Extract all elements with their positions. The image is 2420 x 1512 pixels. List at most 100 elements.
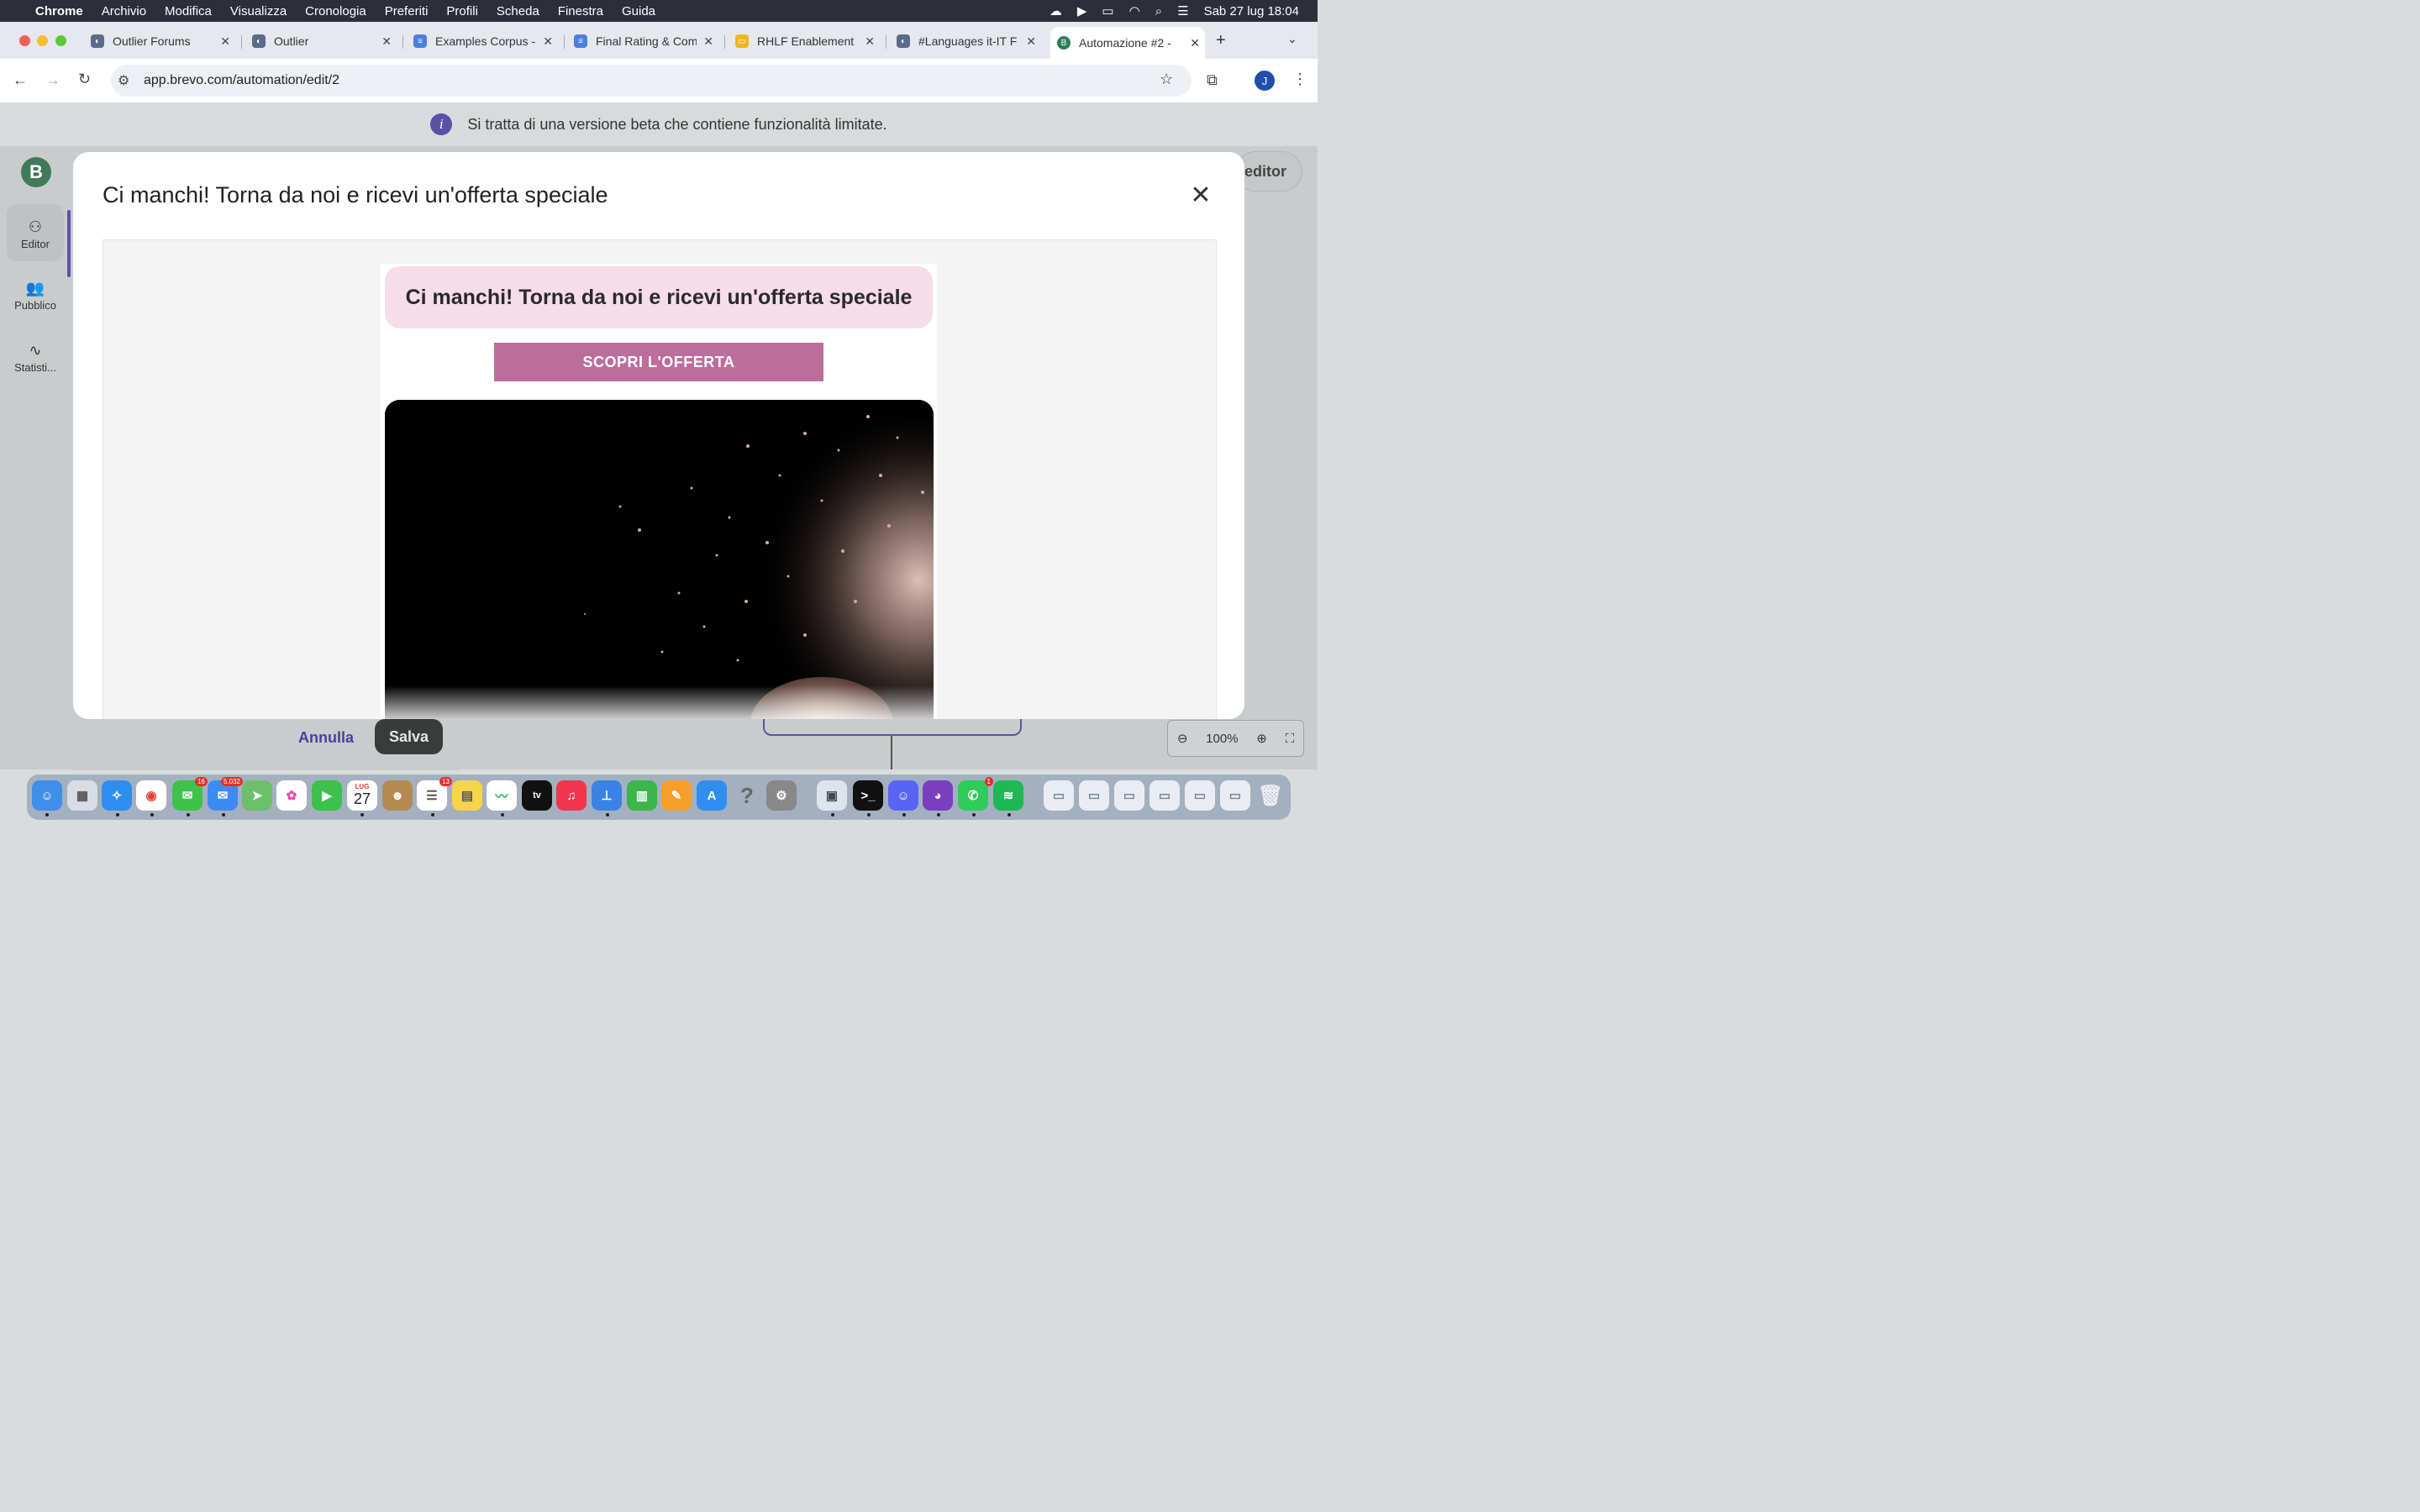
zoom-in-icon[interactable]: ⊕ xyxy=(1256,731,1267,746)
app-store-icon[interactable]: A xyxy=(697,780,727,811)
calendar-icon[interactable]: LUG 27 xyxy=(347,780,377,811)
tab-title: Outlier xyxy=(274,34,309,48)
window-thumbnail-1[interactable]: ▭ xyxy=(1044,780,1074,811)
spotlight-search-icon[interactable]: ⌕ xyxy=(1155,4,1162,18)
outlier-icon: ◐ xyxy=(91,34,104,48)
pages-icon[interactable]: ✎ xyxy=(661,780,692,811)
zoom-out-icon[interactable]: ⊖ xyxy=(1177,731,1188,746)
notes-icon[interactable]: ▤ xyxy=(452,780,482,811)
tab-outlier-forums[interactable]: ◐ Outlier Forums ✕ xyxy=(91,27,235,55)
trash-icon[interactable]: 🗑 xyxy=(1255,780,1286,811)
window-thumbnail-5[interactable]: ▭ xyxy=(1185,780,1215,811)
email-cta-button[interactable]: SCOPRI L'OFFERTA xyxy=(494,343,823,381)
maps-icon[interactable]: ➤ xyxy=(242,780,272,811)
save-button[interactable]: Salva xyxy=(375,719,443,754)
discord-icon[interactable]: ☺ xyxy=(888,780,918,811)
sidebar-item-statistiche[interactable]: ∿ Statisti... xyxy=(7,342,64,374)
menu-modifica[interactable]: Modifica xyxy=(165,4,212,18)
email-preview-area[interactable]: Ci manchi! Torna da noi e ricevi un'offe… xyxy=(103,239,1217,719)
numbers-icon[interactable]: ▥ xyxy=(627,780,657,811)
menu-visualizza[interactable]: Visualizza xyxy=(230,4,287,18)
mail-icon[interactable]: ✉ 5.032 xyxy=(208,777,243,811)
safari-icon[interactable]: ✧ xyxy=(102,780,132,811)
profile-avatar[interactable]: J xyxy=(1255,71,1275,91)
close-icon[interactable]: ✕ xyxy=(1190,181,1212,209)
cancel-button[interactable]: Annulla xyxy=(286,721,366,754)
tab-examples-corpus[interactable]: ≡ Examples Corpus - ✕ xyxy=(413,27,558,55)
close-tab-icon[interactable]: ✕ xyxy=(703,34,713,49)
tab-search-chevron-icon[interactable]: ⌄ xyxy=(1287,32,1297,46)
tab-languages-it[interactable]: ◐ #Languages it-IT F ✕ xyxy=(897,27,1041,55)
window-close-button[interactable] xyxy=(19,35,30,46)
brevo-logo[interactable]: B xyxy=(21,157,51,187)
freeform-icon[interactable]: 〰 xyxy=(487,780,517,811)
sidebar-item-editor[interactable]: ⚇ Editor xyxy=(7,218,64,250)
back-icon[interactable]: ← xyxy=(13,71,28,89)
close-tab-icon[interactable]: ✕ xyxy=(865,34,875,49)
battery-icon[interactable]: ▭ xyxy=(1102,3,1113,18)
music-icon[interactable]: ♫ xyxy=(556,780,587,811)
window-minimize-button[interactable] xyxy=(37,35,48,46)
new-tab-icon[interactable]: + xyxy=(1216,31,1226,50)
menu-cronologia[interactable]: Cronologia xyxy=(305,4,366,18)
help-icon[interactable]: ? xyxy=(732,780,762,811)
system-settings-icon[interactable]: ⚙ xyxy=(766,780,797,811)
whatsapp-icon[interactable]: ✆ 1 xyxy=(958,777,993,811)
fit-screen-icon[interactable]: ⛶ xyxy=(1286,732,1295,746)
photos-icon[interactable]: ✿ xyxy=(276,780,307,811)
tab-rhlf-enablement[interactable]: ▭ RHLF Enablement ✕ xyxy=(735,27,880,55)
powder-burst-image xyxy=(385,400,934,719)
sidebar-item-pubblico[interactable]: 👥 Pubblico xyxy=(7,280,64,312)
forward-icon[interactable]: → xyxy=(45,71,60,89)
apple-tv-icon[interactable]: tv xyxy=(522,780,552,811)
bookmark-star-icon[interactable]: ☆ xyxy=(1160,71,1173,88)
chrome-icon[interactable]: ◉ xyxy=(136,780,166,811)
chrome-menu-icon[interactable]: ⋮ xyxy=(1292,71,1307,88)
spotify-icon[interactable]: ≋ xyxy=(993,780,1023,811)
preview-icon[interactable]: ▣ xyxy=(817,780,847,811)
menu-archivio[interactable]: Archivio xyxy=(102,4,146,18)
wifi-icon[interactable]: ◠ xyxy=(1129,3,1140,18)
site-settings-icon[interactable]: ⚙ xyxy=(118,72,129,89)
menu-profili[interactable]: Profili xyxy=(446,4,478,18)
url-text[interactable]: app.brevo.com/automation/edit/2 xyxy=(144,73,339,88)
contacts-icon[interactable]: ☻ xyxy=(382,780,413,811)
address-bar[interactable]: ⚙ app.brevo.com/automation/edit/2 ☆ xyxy=(111,65,1192,97)
zoom-controls: ⊖ 100% ⊕ ⛶ xyxy=(1167,720,1304,757)
github-desktop-icon[interactable]: ◕ xyxy=(923,780,953,811)
close-tab-icon[interactable]: ✕ xyxy=(543,34,553,49)
terminal-icon[interactable]: >_ xyxy=(853,780,883,811)
menu-app-name[interactable]: Chrome xyxy=(35,4,83,18)
play-icon[interactable]: ▶ xyxy=(1077,3,1087,18)
control-center-icon[interactable]: ☰ xyxy=(1177,3,1188,18)
keynote-icon[interactable]: ⊥ xyxy=(592,780,622,811)
running-indicator xyxy=(501,813,504,816)
tab-outlier[interactable]: ◐ Outlier ✕ xyxy=(252,27,397,55)
reload-icon[interactable]: ↻ xyxy=(78,71,91,88)
tab-final-rating[interactable]: ≡ Final Rating & Com ✕ xyxy=(574,27,718,55)
window-zoom-button[interactable] xyxy=(55,35,66,46)
window-thumbnail-2[interactable]: ▭ xyxy=(1079,780,1109,811)
menu-preferiti[interactable]: Preferiti xyxy=(385,4,429,18)
creative-cloud-icon[interactable]: ☁ xyxy=(1050,3,1062,18)
menubar-datetime[interactable]: Sab 27 lug 18:04 xyxy=(1204,4,1299,18)
facetime-icon[interactable]: ▶ xyxy=(312,780,342,811)
reminders-icon[interactable]: ☰ 13 xyxy=(417,777,452,811)
messages-icon[interactable]: ✉ 16 xyxy=(172,777,208,811)
menu-scheda[interactable]: Scheda xyxy=(497,4,539,18)
close-tab-icon[interactable]: ✕ xyxy=(220,34,230,49)
extensions-icon[interactable]: ⧉ xyxy=(1207,71,1218,89)
menu-finestra[interactable]: Finestra xyxy=(558,4,603,18)
window-thumbnail-6[interactable]: ▭ xyxy=(1220,780,1250,811)
window-thumbnail-3[interactable]: ▭ xyxy=(1114,780,1144,811)
close-tab-icon[interactable]: ✕ xyxy=(1190,36,1200,50)
launchpad-icon[interactable]: ▦ xyxy=(67,780,97,811)
tab-automazione-active[interactable]: B Automazione #2 - ✕ xyxy=(1050,27,1205,59)
menu-guida[interactable]: Guida xyxy=(622,4,655,18)
finder-icon[interactable]: ☺ xyxy=(32,780,62,811)
close-tab-icon[interactable]: ✕ xyxy=(1026,34,1036,49)
open-editor-button[interactable]: editor xyxy=(1235,151,1302,192)
window-thumbnail-4[interactable]: ▭ xyxy=(1150,780,1180,811)
close-tab-icon[interactable]: ✕ xyxy=(381,34,392,49)
tab-separator xyxy=(564,35,565,49)
